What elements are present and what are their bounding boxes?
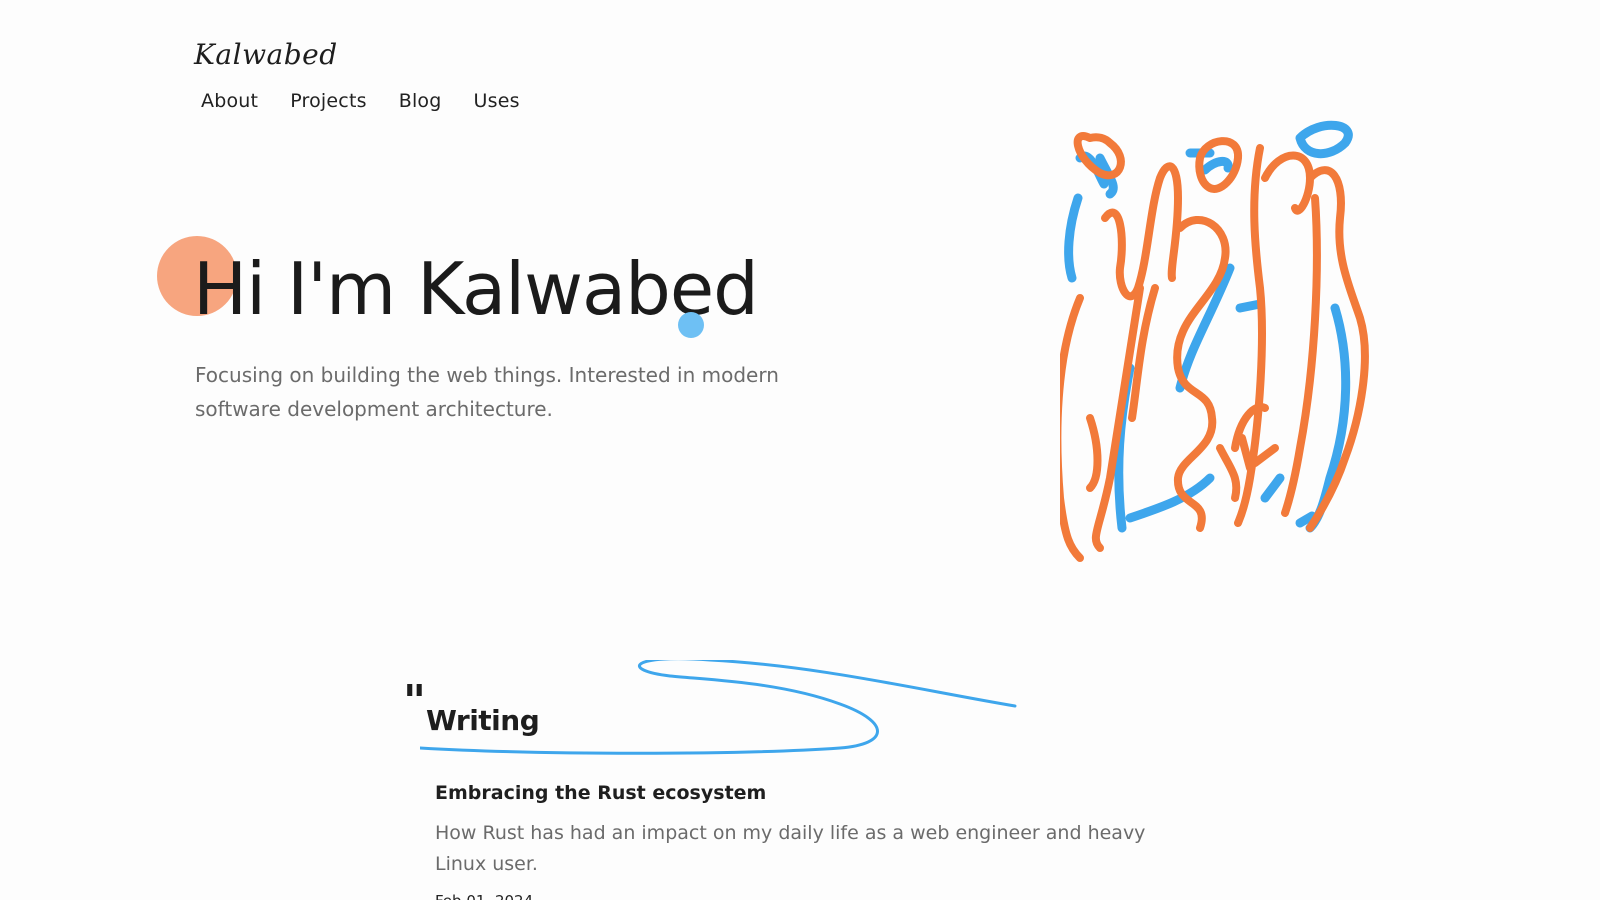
quote-mark-icon: " bbox=[403, 676, 426, 727]
nav-link-uses[interactable]: Uses bbox=[474, 90, 520, 112]
page: Kalwabed About Projects Blog Uses Hi I'm… bbox=[0, 0, 1600, 900]
post-description: How Rust has had an impact on my daily l… bbox=[435, 822, 1146, 875]
nav-list: About Projects Blog Uses bbox=[201, 90, 520, 112]
writing-section-title: Writing bbox=[426, 704, 540, 737]
nav-item-blog: Blog bbox=[399, 90, 442, 112]
nav-item-projects: Projects bbox=[290, 90, 367, 112]
site-logo[interactable]: Kalwabed bbox=[194, 38, 338, 71]
illustration-orange-strokes bbox=[1060, 132, 1369, 562]
post-date: Feb 01, 2024 bbox=[435, 892, 1175, 900]
hero-subtitle: Focusing on building the web things. Int… bbox=[195, 363, 779, 421]
hero-title: Hi I'm Kalwabed bbox=[193, 247, 759, 331]
post-title-link[interactable]: Embracing the Rust ecosystem bbox=[435, 782, 1175, 804]
hero-blue-dot-decoration bbox=[678, 312, 704, 338]
nav-link-about[interactable]: About bbox=[201, 90, 258, 112]
hero-brush-illustration bbox=[1060, 120, 1369, 562]
nav-link-blog[interactable]: Blog bbox=[399, 90, 442, 112]
blog-post-card: Embracing the Rust ecosystem How Rust ha… bbox=[435, 782, 1175, 900]
nav-item-uses: Uses bbox=[474, 90, 520, 112]
nav-item-about: About bbox=[201, 90, 258, 112]
nav-link-projects[interactable]: Projects bbox=[290, 90, 367, 112]
